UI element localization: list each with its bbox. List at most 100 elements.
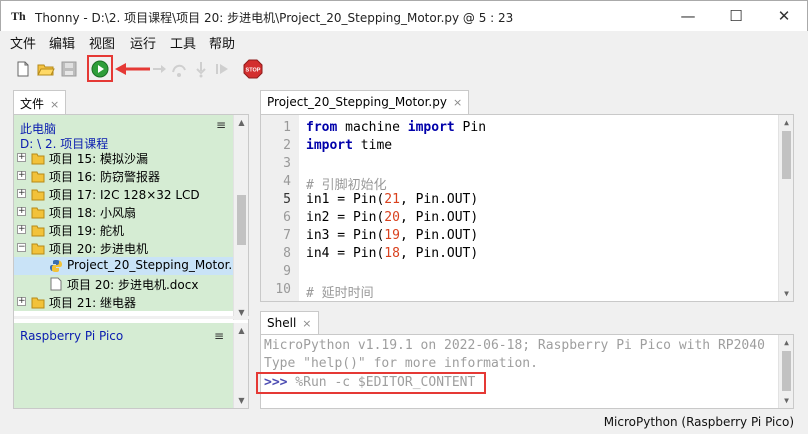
folder-icon	[31, 171, 45, 183]
editor-scrollbar[interactable]: ▲ ▼	[778, 115, 793, 301]
expand-icon[interactable]: +	[17, 207, 26, 216]
scroll-down-icon[interactable]: ▼	[779, 396, 794, 405]
tree-item-label: 项目 20: 步进电机.docx	[67, 278, 199, 292]
tree-item-label: 项目 21: 继电器	[49, 296, 136, 310]
folder-icon	[31, 189, 45, 201]
tree-item[interactable]: + 项目 15: 模拟沙漏	[14, 149, 234, 167]
code-token: 21	[384, 192, 400, 207]
expand-icon[interactable]: +	[17, 171, 26, 180]
new-file-icon[interactable]	[14, 60, 32, 78]
tab-editor-file[interactable]: Project_20_Stepping_Motor.py ×	[260, 90, 470, 114]
expand-icon[interactable]: +	[17, 189, 26, 198]
pico-files-area: Raspberry Pi Pico	[14, 323, 234, 408]
folder-icon	[31, 153, 45, 165]
tree-item-label: 项目 18: 小风扇	[49, 206, 136, 220]
code-token: Pin	[454, 120, 487, 135]
step-into-icon	[196, 62, 206, 78]
tree-item[interactable]: + 项目 19: 舵机	[14, 221, 234, 239]
line-number: 2	[283, 138, 291, 153]
code-line[interactable]: import time	[306, 138, 392, 153]
expand-icon[interactable]: +	[17, 225, 26, 234]
code-line[interactable]: from machine import Pin	[306, 120, 486, 135]
code-editor[interactable]: 1 from machine import Pin 2 import time 3 4 # …	[260, 114, 794, 302]
close-icon[interactable]: ×	[453, 96, 462, 109]
files-scrollbar[interactable]: ▲ ▼	[233, 115, 248, 320]
collapse-icon[interactable]: −	[17, 243, 26, 252]
shell-banner-line: MicroPython v1.19.1 on 2022-06-18; Raspb…	[264, 338, 765, 353]
code-token: , Pin.OUT)	[399, 192, 479, 207]
tree-item[interactable]: Project_20_Stepping_Motor.py	[14, 257, 247, 275]
expand-icon[interactable]: +	[17, 153, 26, 162]
expand-icon[interactable]: +	[17, 297, 26, 306]
tree-item[interactable]: 项目 20: 步进电机.docx	[14, 275, 234, 293]
tree-item[interactable]: + 项目 16: 防窃警报器	[14, 167, 234, 185]
shell-scrollbar[interactable]: ▲ ▼	[778, 335, 793, 408]
tree-item-label: 项目 20: 步进电机	[49, 242, 148, 256]
shell-help-line: Type "help()" for more information.	[264, 356, 538, 371]
line-number: 3	[283, 156, 291, 171]
tab-shell[interactable]: Shell ×	[260, 311, 319, 335]
code-token: from	[306, 120, 338, 135]
scrollbar-thumb[interactable]	[782, 351, 791, 391]
scrollbar-thumb[interactable]	[237, 195, 246, 245]
code-line[interactable]: # 延时时间	[306, 282, 374, 301]
scrollbar-thumb[interactable]	[782, 131, 791, 179]
tree-item[interactable]: + 项目 21: 继电器	[14, 293, 234, 311]
menu-edit[interactable]: 编辑	[49, 33, 75, 52]
code-line[interactable]: # 引脚初始化	[306, 174, 387, 193]
close-icon[interactable]: ×	[50, 98, 59, 111]
tree-item-label: 项目 15: 模拟沙漏	[49, 152, 148, 166]
maximize-button[interactable]: ☐	[713, 3, 759, 29]
pico-scrollbar[interactable]: ▲ ▼	[233, 323, 248, 408]
tree-item-label: 项目 17: I2C 128×32 LCD	[49, 188, 200, 202]
minimize-button[interactable]: —	[665, 3, 711, 29]
resume-icon	[216, 64, 228, 74]
hamburger-menu-icon[interactable]: ≡	[216, 118, 226, 132]
open-folder-icon[interactable]	[37, 60, 55, 78]
code-line[interactable]: in4 = Pin(18, Pin.OUT)	[306, 246, 478, 261]
code-token: 19	[384, 228, 400, 243]
folder-icon	[31, 297, 45, 309]
folder-icon	[31, 225, 45, 237]
code-line[interactable]: in3 = Pin(19, Pin.OUT)	[306, 228, 478, 243]
interpreter-status[interactable]: MicroPython (Raspberry Pi Pico)	[604, 415, 794, 429]
tree-item[interactable]: + 项目 18: 小风扇	[14, 203, 234, 221]
code-token: in1 = Pin(	[306, 192, 385, 207]
menu-help[interactable]: 帮助	[209, 33, 235, 52]
code-token: , Pin.OUT)	[399, 228, 479, 243]
menu-file[interactable]: 文件	[10, 33, 36, 52]
code-token: # 引脚初始化	[306, 178, 387, 193]
pico-device-label[interactable]: Raspberry Pi Pico	[20, 329, 123, 343]
tree-item[interactable]: + 项目 17: I2C 128×32 LCD	[14, 185, 234, 203]
scroll-up-icon[interactable]: ▲	[234, 326, 249, 335]
tree-item-label: 项目 16: 防窃警报器	[49, 170, 160, 184]
svg-text:STOP: STOP	[246, 68, 261, 74]
scroll-up-icon[interactable]: ▲	[234, 118, 249, 127]
scroll-up-icon[interactable]: ▲	[779, 338, 794, 347]
close-icon[interactable]: ×	[302, 317, 311, 330]
tab-files[interactable]: 文件 ×	[13, 90, 67, 114]
code-line[interactable]: in1 = Pin(21, Pin.OUT)	[306, 192, 478, 207]
folder-icon	[31, 243, 45, 255]
code-token: 20	[384, 210, 400, 225]
stop-icon[interactable]: STOP	[243, 59, 263, 79]
thonny-logo-icon: Th	[11, 9, 26, 23]
status-bar: MicroPython (Raspberry Pi Pico)	[0, 412, 808, 434]
hamburger-menu-icon[interactable]: ≡	[214, 329, 224, 343]
code-line[interactable]: in2 = Pin(20, Pin.OUT)	[306, 210, 478, 225]
code-token: in2 = Pin(	[306, 210, 385, 225]
files-panel: 此电脑 D: \ 2. 项目课程 ≡ + 项目 15: 模拟沙漏 + 项目 16: 防…	[13, 114, 250, 409]
code-token: 18	[384, 246, 400, 261]
toolbar: STOP	[0, 53, 808, 85]
close-button[interactable]: ✕	[761, 3, 807, 29]
scroll-down-icon[interactable]: ▼	[234, 396, 249, 405]
line-number: 5	[283, 192, 291, 207]
menu-tools[interactable]: 工具	[170, 33, 196, 52]
scroll-down-icon[interactable]: ▼	[779, 289, 794, 298]
menu-view[interactable]: 视图	[89, 33, 115, 52]
panel-divider[interactable]	[14, 316, 250, 319]
scroll-up-icon[interactable]: ▲	[779, 118, 794, 127]
menu-run[interactable]: 运行	[130, 33, 156, 52]
tree-item[interactable]: − 项目 20: 步进电机	[14, 239, 234, 257]
step-over-icon	[172, 64, 186, 77]
